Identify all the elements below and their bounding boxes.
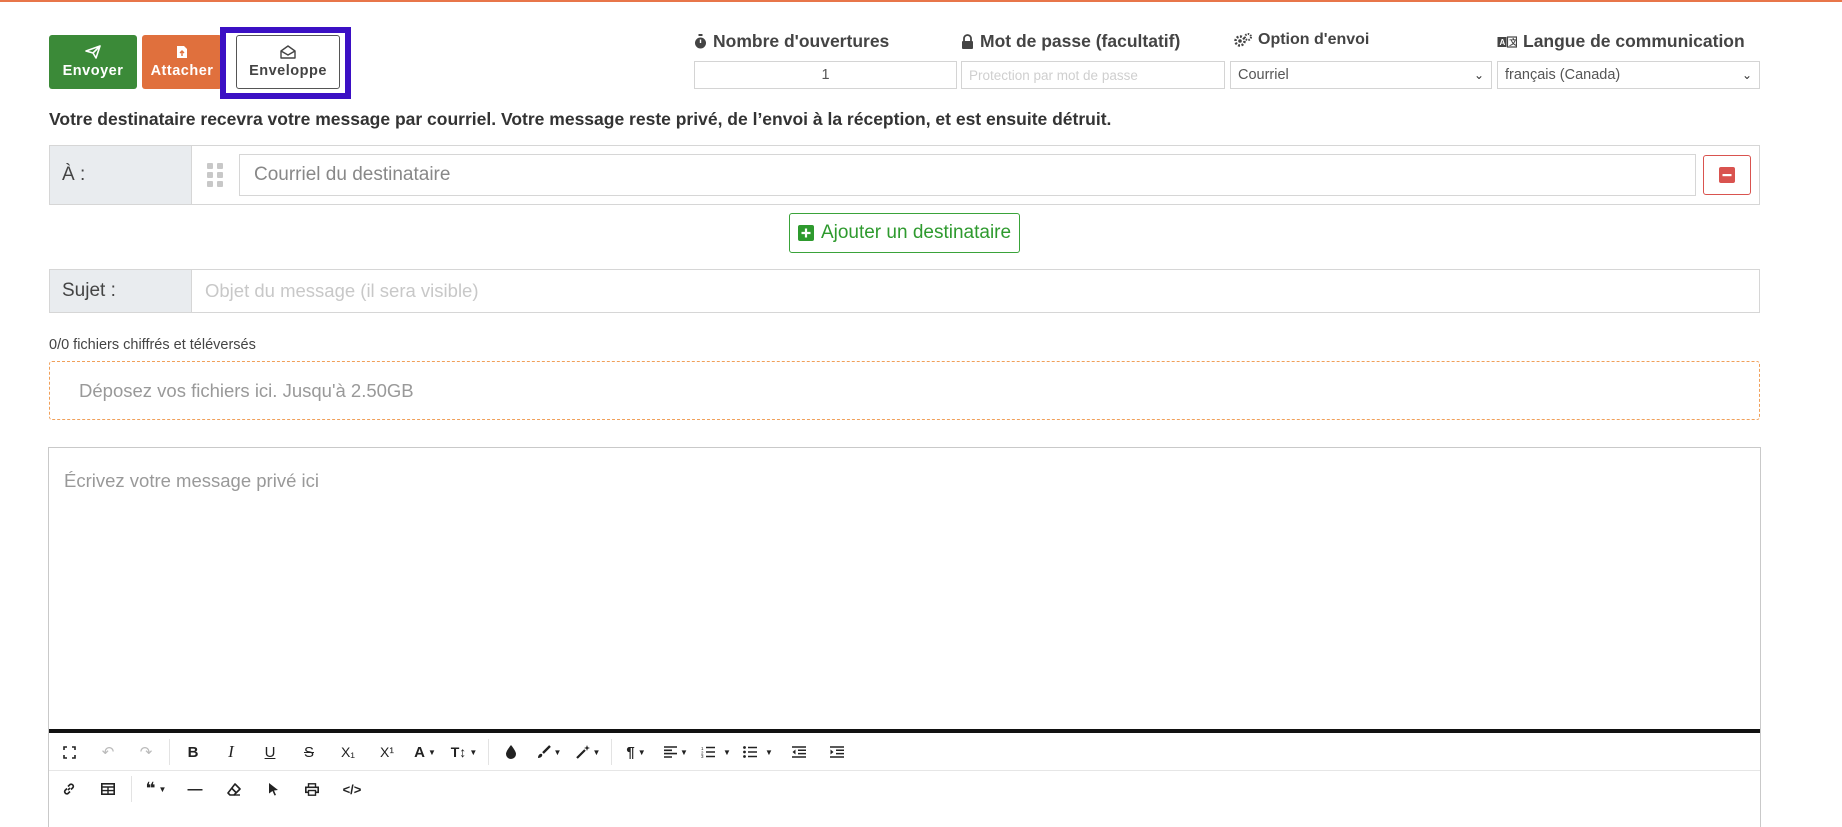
privacy-info-text: Votre destinataire recevra votre message… [49, 109, 1112, 129]
svg-text:A: A [1500, 38, 1506, 47]
attach-button[interactable]: Attacher [142, 35, 222, 89]
editor-toolbar-row-2: ❝ ▼ — </> [49, 771, 1760, 807]
redo-icon[interactable]: ↷ [127, 737, 165, 767]
horizontal-line-icon[interactable]: — [176, 774, 214, 804]
add-recipient-button[interactable]: Ajouter un destinataire [789, 213, 1020, 253]
indent-icon[interactable] [818, 737, 856, 767]
ordered-list-icon[interactable]: 123 ▼ [696, 737, 736, 767]
table-icon[interactable] [89, 774, 127, 804]
password-label: Mot de passe (facultatif) [961, 31, 1180, 52]
paper-plane-icon [85, 45, 101, 59]
magic-wand-icon[interactable]: ▼ [569, 737, 607, 767]
paragraph-icon[interactable]: ¶ ▼ [616, 737, 656, 767]
svg-text:3: 3 [701, 754, 704, 758]
editor-resize-bar [49, 729, 1760, 733]
outdent-icon[interactable] [780, 737, 818, 767]
lock-icon [962, 34, 973, 49]
language-label: A 文 Langue de communication [1497, 31, 1745, 52]
svg-text:文: 文 [1509, 37, 1517, 47]
undo-icon[interactable]: ↶ [89, 737, 127, 767]
toolbar-divider [488, 739, 489, 765]
language-icon: A 文 [1497, 35, 1517, 48]
file-dropzone[interactable]: Déposez vos fichiers ici. Jusqu'à 2.50GB [49, 361, 1760, 420]
font-size-icon[interactable]: T↕ ▼ [444, 737, 484, 767]
subject-row: Sujet : Objet du message (il sera visibl… [49, 269, 1760, 313]
eraser-icon[interactable] [214, 774, 254, 804]
envelope-label: Enveloppe [249, 63, 327, 79]
remove-recipient-button[interactable] [1703, 155, 1751, 195]
send-option-select[interactable]: Courriel ⌄ [1230, 61, 1492, 89]
subject-input[interactable]: Objet du message (il sera visible) [192, 270, 1759, 312]
code-view-icon[interactable]: </> [332, 774, 372, 804]
send-button[interactable]: Envoyer [49, 35, 137, 89]
top-accent-line [0, 0, 1842, 2]
gears-icon [1234, 33, 1252, 47]
drag-handle-icon[interactable] [207, 163, 223, 187]
select-all-icon[interactable] [254, 774, 292, 804]
file-count-text: 0/0 fichiers chiffrés et téléversés [49, 337, 256, 353]
send-option-label: Option d'envoi [1234, 31, 1369, 49]
password-input[interactable]: Protection par mot de passe [961, 61, 1225, 89]
font-family-icon[interactable]: A ▼ [406, 737, 444, 767]
editor-toolbar-row-1: ↶ ↷ B I U S X₁ X¹ A ▼ T↕ ▼ ▼ ▼ ¶ ▼ ▼ 123 ▼ [49, 734, 1760, 771]
toolbar-divider [131, 776, 132, 802]
opens-label: Nombre d'ouvertures [694, 31, 889, 52]
envelope-open-icon [280, 45, 296, 59]
attach-label: Attacher [150, 63, 214, 79]
recipient-email-input[interactable]: Courriel du destinataire [239, 154, 1696, 196]
fullscreen-icon[interactable] [49, 737, 89, 767]
envelope-button[interactable]: Enveloppe [236, 35, 340, 89]
toolbar-divider [611, 739, 612, 765]
message-editor[interactable]: Écrivez votre message privé ici ↶ ↷ B I … [48, 447, 1761, 827]
superscript-icon[interactable]: X¹ [368, 737, 406, 767]
stopwatch-icon [695, 34, 706, 49]
align-icon[interactable]: ▼ [656, 737, 696, 767]
paint-brush-icon[interactable]: ▼ [529, 737, 569, 767]
chevron-down-icon: ⌄ [1473, 68, 1484, 82]
subscript-icon[interactable]: X₁ [328, 737, 368, 767]
recipient-label: À : [50, 146, 192, 204]
unordered-list-icon[interactable]: ▼ [736, 737, 780, 767]
chevron-down-icon: ⌄ [1741, 68, 1752, 82]
text-color-icon[interactable] [493, 737, 529, 767]
link-icon[interactable] [49, 774, 89, 804]
subject-label: Sujet : [50, 270, 192, 312]
italic-icon[interactable]: I [212, 737, 250, 767]
bold-icon[interactable]: B [174, 737, 212, 767]
language-select[interactable]: français (Canada) ⌄ [1497, 61, 1760, 89]
editor-placeholder: Écrivez votre message privé ici [64, 470, 319, 491]
file-upload-icon [177, 46, 187, 58]
send-label: Envoyer [62, 63, 124, 79]
recipient-row: À : Courriel du destinataire [49, 145, 1760, 205]
underline-icon[interactable]: U [250, 737, 290, 767]
plus-square-icon [797, 225, 814, 241]
quote-icon[interactable]: ❝ ▼ [136, 774, 176, 804]
minus-square-icon [1719, 167, 1735, 183]
print-icon[interactable] [292, 774, 332, 804]
toolbar-divider [169, 739, 170, 765]
strikethrough-icon[interactable]: S [290, 737, 328, 767]
opens-input[interactable]: 1 [694, 61, 957, 89]
